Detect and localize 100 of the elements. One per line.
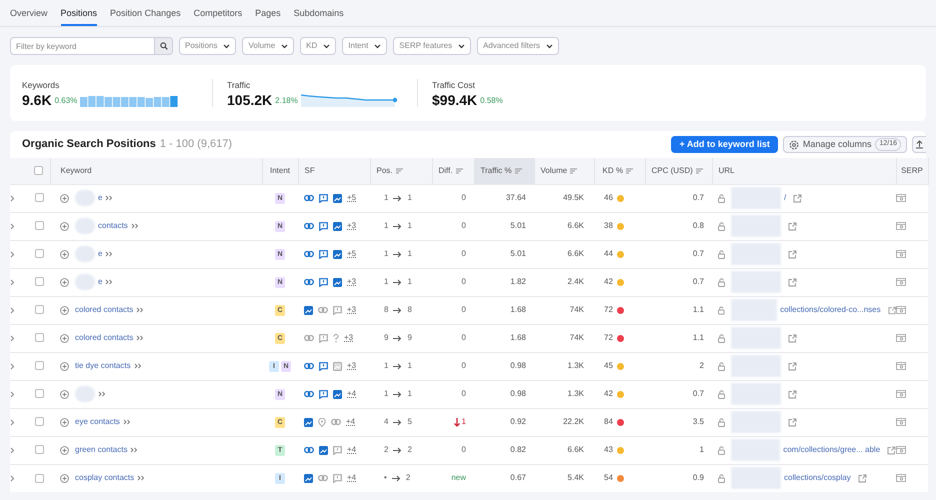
add-circle-icon[interactable] (60, 194, 69, 202)
add-circle-icon[interactable] (60, 362, 69, 370)
expand-chevron-icon[interactable] (10, 362, 15, 370)
keyword-link[interactable]: e (98, 248, 102, 260)
search-button[interactable] (155, 37, 173, 55)
more-features-link[interactable]: +4 (347, 444, 356, 456)
row-checkbox[interactable] (34, 417, 44, 426)
more-features-link[interactable]: +3 (347, 304, 356, 316)
add-circle-icon[interactable] (60, 390, 69, 398)
tab[interactable]: Subdomains (294, 6, 344, 26)
double-chevron-icon[interactable] (105, 251, 114, 257)
keyword-link[interactable]: green contacts (75, 444, 128, 456)
external-link-icon[interactable] (788, 222, 797, 230)
select-all-checkbox[interactable] (34, 166, 44, 176)
tab[interactable]: Positions (60, 6, 98, 26)
expand-chevron-icon[interactable] (10, 474, 15, 482)
row-checkbox[interactable] (34, 445, 44, 454)
expand-chevron-icon[interactable] (10, 334, 15, 342)
column-header[interactable]: CPC (USD) (652, 166, 693, 175)
external-link-icon[interactable] (788, 278, 797, 286)
serp-preview-icon[interactable] (896, 334, 906, 342)
column-header[interactable]: Diff. (438, 166, 453, 175)
serp-preview-icon[interactable] (896, 418, 906, 426)
serp-preview-icon[interactable] (896, 278, 906, 286)
more-features-link[interactable]: +4 (347, 472, 356, 484)
row-checkbox[interactable] (34, 221, 44, 230)
column-header[interactable]: Pos. (376, 166, 393, 175)
column-header[interactable]: SERP (901, 166, 923, 175)
more-features-link[interactable]: +3 (344, 332, 354, 344)
external-link-icon[interactable] (858, 474, 867, 483)
column-header[interactable]: SF (304, 166, 315, 175)
column-header[interactable]: Volume (540, 166, 568, 175)
external-link-icon[interactable] (888, 306, 896, 314)
add-circle-icon[interactable] (60, 250, 69, 258)
filter-dropdown[interactable]: Advanced filters (477, 37, 559, 55)
keyword-link[interactable]: e (98, 276, 102, 288)
column-header[interactable]: Intent (270, 166, 290, 175)
more-features-link[interactable]: +5 (347, 248, 356, 260)
double-chevron-icon[interactable] (137, 475, 146, 482)
keyword-link[interactable]: eye contacts (75, 416, 120, 428)
more-features-link[interactable]: +4 (346, 416, 356, 428)
serp-preview-icon[interactable] (896, 250, 906, 258)
external-link-icon[interactable] (788, 362, 797, 370)
more-features-link[interactable]: +4 (347, 388, 356, 400)
column-header[interactable]: Keyword (60, 166, 92, 175)
external-link-icon[interactable] (788, 390, 797, 398)
add-circle-icon[interactable] (60, 334, 69, 342)
search-field[interactable]: Filter by keyword (10, 37, 155, 55)
filter-dropdown[interactable]: SERP features (393, 37, 472, 55)
add-circle-icon[interactable] (60, 278, 69, 286)
external-link-icon[interactable] (887, 446, 896, 454)
tab[interactable]: Pages (255, 6, 281, 26)
expand-chevron-icon[interactable] (10, 418, 15, 426)
expand-chevron-icon[interactable] (10, 306, 15, 314)
row-checkbox[interactable] (34, 474, 44, 483)
serp-preview-icon[interactable] (896, 194, 906, 202)
url-link[interactable]: / (784, 192, 786, 204)
add-circle-icon[interactable] (60, 418, 69, 426)
serp-preview-icon[interactable] (896, 390, 906, 398)
double-chevron-icon[interactable] (98, 391, 106, 397)
double-chevron-icon[interactable] (130, 447, 138, 453)
external-link-icon[interactable] (788, 334, 797, 342)
keyword-link[interactable]: cosplay contacts (75, 472, 134, 484)
expand-chevron-icon[interactable] (10, 390, 15, 398)
row-checkbox[interactable] (34, 333, 44, 342)
tab[interactable]: Position Changes (110, 6, 181, 26)
tab[interactable]: Competitors (194, 6, 242, 26)
more-features-link[interactable]: +5 (347, 192, 356, 204)
add-circle-icon[interactable] (60, 222, 69, 230)
double-chevron-icon[interactable] (130, 223, 139, 229)
add-to-keyword-list-button[interactable]: + Add to keyword list (671, 136, 778, 153)
column-header[interactable]: Traffic % (480, 166, 512, 175)
url-link[interactable]: com/collections/gree... able (783, 444, 880, 456)
export-button[interactable] (912, 136, 926, 153)
add-circle-icon[interactable] (60, 474, 69, 483)
double-chevron-icon[interactable] (105, 195, 114, 201)
url-link[interactable]: collections/cosplay (784, 472, 851, 484)
keyword-link[interactable]: colored contacts (75, 332, 134, 344)
keyword-link[interactable]: contacts (98, 220, 128, 232)
column-header[interactable]: URL (718, 166, 735, 175)
serp-preview-icon[interactable] (896, 306, 906, 314)
expand-chevron-icon[interactable] (10, 250, 15, 258)
more-features-link[interactable]: +3 (347, 360, 356, 372)
row-checkbox[interactable] (34, 249, 44, 258)
expand-chevron-icon[interactable] (10, 446, 15, 454)
serp-preview-icon[interactable] (896, 446, 906, 454)
expand-chevron-icon[interactable] (10, 194, 15, 202)
serp-preview-icon[interactable] (896, 362, 906, 370)
keyword-link[interactable]: e (98, 192, 102, 204)
row-checkbox[interactable] (34, 361, 44, 370)
serp-preview-icon[interactable] (896, 222, 906, 230)
add-circle-icon[interactable] (60, 446, 69, 454)
keyword-link[interactable]: colored contacts (75, 304, 134, 316)
double-chevron-icon[interactable] (134, 363, 142, 369)
external-link-icon[interactable] (788, 250, 797, 258)
expand-chevron-icon[interactable] (10, 222, 15, 230)
filter-dropdown[interactable]: Positions (179, 37, 236, 55)
double-chevron-icon[interactable] (136, 307, 144, 313)
add-circle-icon[interactable] (60, 306, 69, 314)
row-checkbox[interactable] (34, 389, 44, 398)
